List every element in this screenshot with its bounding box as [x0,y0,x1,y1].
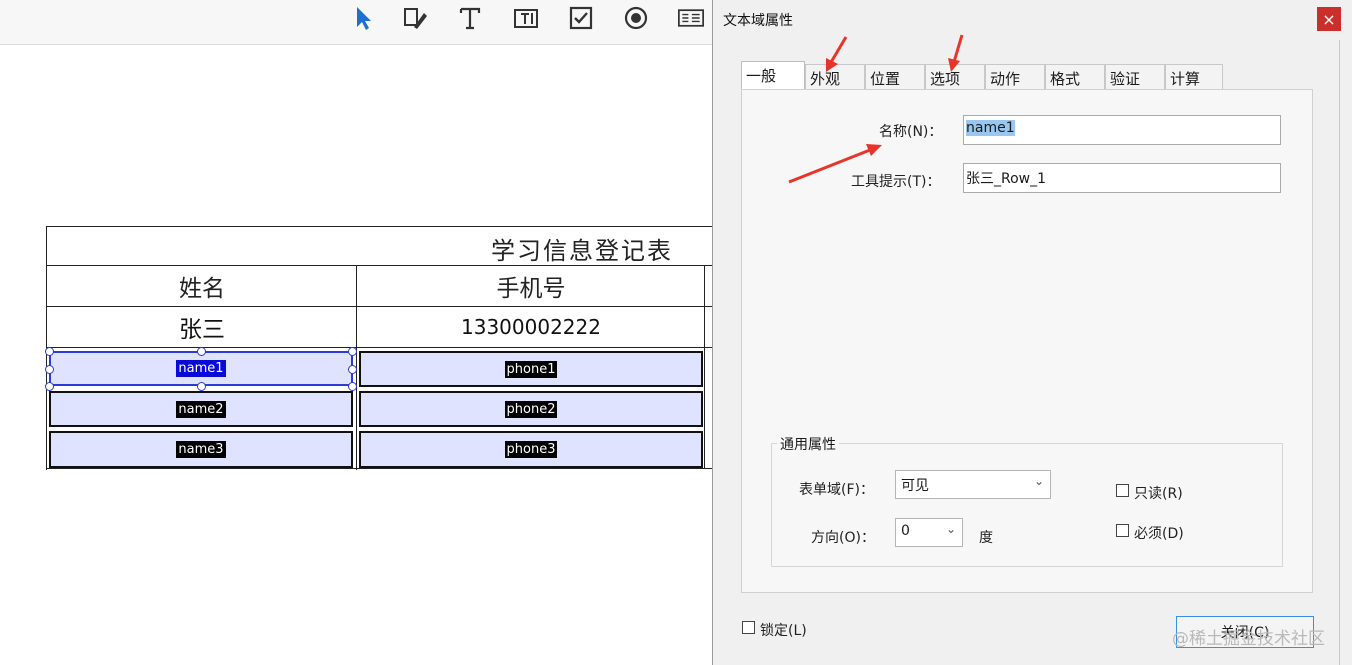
field-label: name3 [176,441,226,458]
orientation-label: 方向(O)： [811,530,875,546]
common-properties-group [771,443,1283,567]
resize-handle[interactable] [348,347,357,356]
header-name: 姓名 [46,266,357,307]
name-input[interactable]: name1 [963,115,1281,145]
orientation-unit: 度 [979,530,993,546]
readonly-checkbox[interactable] [1116,484,1129,497]
resize-handle[interactable] [45,347,54,356]
text-field-name1[interactable]: name1 [49,351,353,386]
watermark: @稀土掘金技术社区 [1172,629,1325,649]
header-phone: 手机号 [356,266,705,307]
form-title-row: 学习信息登记表 [46,226,712,266]
edit-form-icon[interactable] [400,3,430,33]
tab-position[interactable]: 位置 [865,64,925,90]
dialog-divider [1339,40,1340,665]
tab-options[interactable]: 选项 [925,64,985,90]
text-field-name2[interactable]: name2 [49,391,353,427]
resize-handle[interactable] [197,347,206,356]
common-properties-title: 通用属性 [777,434,839,454]
tab-appearance[interactable]: 外观 [805,64,865,90]
tooltip-label: 工具提示(T)： [851,174,941,190]
field-label: name1 [176,360,226,377]
orientation-select[interactable]: 0 ⌄ [895,518,963,547]
tooltip-input[interactable]: 张三_Row_1 [963,163,1281,193]
select-arrow-icon[interactable] [348,3,378,33]
tab-calculate[interactable]: 计算 [1165,64,1223,90]
resize-handle[interactable] [45,382,54,391]
required-label: 必须(D) [1134,526,1184,542]
text-field-properties-dialog: 文本域属性 × 一般 外观 位置 选项 动作 格式 验证 计算 名称(N)： n… [712,0,1352,665]
table-bottom-line [46,468,712,469]
text-field-phone2[interactable]: phone2 [359,391,703,427]
form-title: 学习信息登记表 [491,237,673,265]
locked-checkbox[interactable] [742,621,755,634]
checkbox-tool-icon[interactable] [566,3,596,33]
value-name: 张三 [46,306,357,348]
chevron-down-icon: ⌄ [945,522,956,536]
field-label: phone3 [504,441,558,458]
orientation-value: 0 [901,523,910,539]
text-field-name3[interactable]: name3 [49,431,353,468]
visibility-value: 可见 [901,478,929,494]
visibility-select[interactable]: 可见 ⌄ [895,470,1051,499]
close-icon[interactable]: × [1317,7,1341,31]
tab-actions[interactable]: 动作 [985,64,1045,90]
name-label: 名称(N)： [879,124,943,140]
text-field-phone3[interactable]: phone3 [359,431,703,468]
name-input-value: name1 [966,120,1015,136]
field-label: name2 [176,400,226,418]
value-phone: 13300002222 [356,306,705,348]
radio-button-icon[interactable] [621,3,651,33]
table-extra-line [704,347,705,469]
chevron-down-icon: ⌄ [1033,474,1044,488]
list-box-icon[interactable] [676,3,706,33]
required-checkbox[interactable] [1116,524,1129,537]
header-extra [704,266,712,307]
resize-handle[interactable] [348,382,357,391]
field-label: phone2 [504,400,558,418]
readonly-label: 只读(R) [1134,486,1183,502]
resize-handle[interactable] [197,382,206,391]
dialog-title: 文本域属性 [723,13,793,29]
tab-general[interactable]: 一般 [741,61,805,89]
form-field-label: 表单域(F)： [799,482,874,498]
tab-validate[interactable]: 验证 [1105,64,1165,90]
tab-format[interactable]: 格式 [1045,64,1105,90]
resize-handle[interactable] [45,365,54,374]
value-extra [704,306,712,348]
field-label: phone1 [504,360,558,378]
text-tool-icon[interactable] [455,3,485,33]
text-field-icon[interactable] [511,3,541,33]
text-field-phone1[interactable]: phone1 [359,351,703,387]
locked-label: 锁定(L) [760,623,807,639]
resize-handle[interactable] [348,365,357,374]
